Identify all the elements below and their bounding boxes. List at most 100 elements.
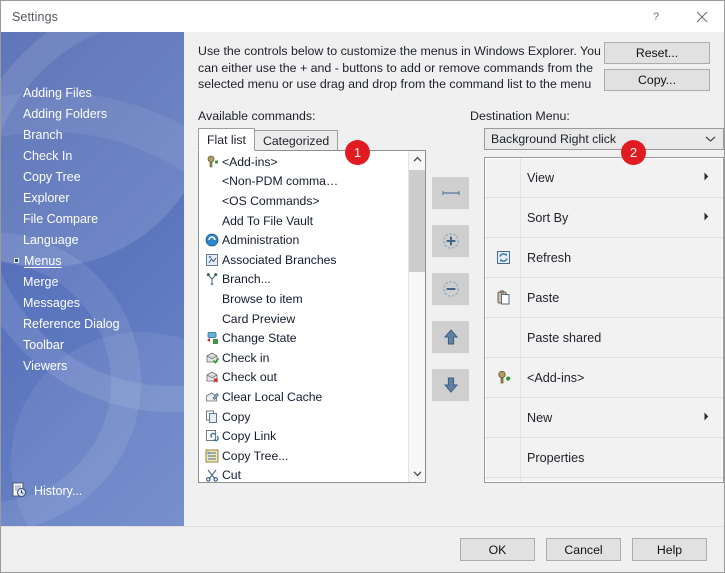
list-item[interactable]: Check in [199,348,408,368]
copy-icon [203,410,220,424]
list-scrollbar[interactable] [408,151,425,482]
sidebar-item-adding-folders[interactable]: Adding Folders [1,103,184,124]
list-item[interactable]: Card Preview [199,309,408,329]
menu-item-paste-shared[interactable]: Paste shared [485,318,723,358]
annotation-badge-2: 2 [621,140,646,165]
check-out-icon [203,370,220,384]
list-item-label: <Non-PDM comma… [222,174,339,189]
list-item[interactable]: <Non-PDM comma… [199,172,408,192]
available-commands-list[interactable]: <Add-ins> <Non-PDM comma… <OS Commands> … [198,150,426,483]
addins-icon [485,370,522,385]
settings-dialog: Settings ? Adding Files Adding Folders B… [0,0,725,573]
submenu-arrow-icon [704,412,709,423]
submenu-arrow-icon [704,172,709,183]
scroll-down-icon[interactable] [409,465,426,482]
window-title: Settings [12,9,58,24]
scrollbar-thumb[interactable] [408,170,425,272]
sidebar-item-viewers[interactable]: Viewers [1,355,184,376]
dialog-footer: OK Cancel Help [1,526,724,572]
list-item[interactable]: Cut [199,466,408,482]
list-item[interactable]: Associated Branches [199,250,408,270]
menu-item-view[interactable]: View [485,158,723,198]
destination-menu-value: Background Right click [491,132,617,146]
list-item-label: Check out [222,370,277,385]
addins-icon [203,155,220,169]
destination-menu-select[interactable]: Background Right click [484,128,724,150]
sidebar-item-file-compare[interactable]: File Compare [1,208,184,229]
list-item-label: Add To File Vault [222,213,314,228]
list-item[interactable]: <OS Commands> [199,191,408,211]
sidebar-item-label: Reference Dialog [23,316,120,331]
list-item[interactable]: Copy Link [199,426,408,446]
sidebar-item-menus[interactable]: Menus [1,250,184,271]
help-icon[interactable]: ? [634,1,679,32]
list-item[interactable]: <Add-ins> [199,152,408,172]
sidebar-nav-list: Adding Files Adding Folders Branch Check… [1,32,184,376]
sidebar-item-check-in[interactable]: Check In [1,145,184,166]
history-button[interactable]: History... [1,478,184,504]
sidebar: Adding Files Adding Folders Branch Check… [1,32,184,526]
list-item[interactable]: Add To File Vault [199,211,408,231]
sidebar-item-branch[interactable]: Branch [1,124,184,145]
list-item[interactable]: Copy [199,407,408,427]
remove-button[interactable] [432,273,469,305]
description-text: Use the controls below to customize the … [198,44,601,91]
list-item[interactable]: Browse to item [199,289,408,309]
scroll-up-icon[interactable] [409,151,426,168]
copy-button[interactable]: Copy... [604,69,710,91]
transfer-buttons [432,177,469,401]
svg-text:?: ? [653,11,659,23]
menu-item-addins[interactable]: <Add-ins> [485,358,723,398]
list-item-label: Check in [222,350,270,365]
list-item-label: Copy Link [222,429,277,444]
scrollbar-track[interactable] [408,168,425,465]
reset-button[interactable]: Reset... [604,42,710,64]
list-item[interactable]: Change State [199,328,408,348]
sidebar-item-label: Check In [23,148,73,163]
menu-item-new[interactable]: New [485,398,723,438]
title-bar: Settings ? [1,1,724,32]
list-item[interactable]: Administration [199,230,408,250]
list-item[interactable]: Check out [199,368,408,388]
sidebar-item-explorer[interactable]: Explorer [1,187,184,208]
history-icon [11,482,27,501]
menu-item-label: <Add-ins> [527,370,585,385]
list-item-label: <OS Commands> [222,193,320,208]
move-up-button[interactable] [432,321,469,353]
sidebar-item-messages[interactable]: Messages [1,292,184,313]
list-item[interactable]: Branch... [199,270,408,290]
dialog-body: Adding Files Adding Folders Branch Check… [1,32,724,526]
list-item-label: Administration [222,233,300,248]
menu-item-label: Paste shared [527,330,602,345]
sidebar-item-label: Explorer [23,190,70,205]
cancel-button[interactable]: Cancel [546,538,621,561]
list-item[interactable]: Copy Tree... [199,446,408,466]
sidebar-item-merge[interactable]: Merge [1,271,184,292]
sidebar-item-adding-files[interactable]: Adding Files [1,82,184,103]
menu-item-properties[interactable]: Properties [485,438,723,478]
add-button[interactable] [432,225,469,257]
submenu-arrow-icon [704,212,709,223]
menu-item-refresh[interactable]: Refresh [485,238,723,278]
list-item[interactable]: Clear Local Cache [199,387,408,407]
tab-categorized[interactable]: Categorized [253,130,339,151]
menu-item-search-local-files[interactable]: Search Local Files [485,478,723,482]
copy-tree-icon [203,449,220,463]
sidebar-item-toolbar[interactable]: Toolbar [1,334,184,355]
menu-item-paste[interactable]: Paste [485,278,723,318]
menu-item-sort-by[interactable]: Sort By [485,198,723,238]
clear-local-cache-icon [203,390,220,404]
sidebar-item-label: File Compare [23,211,99,226]
tab-flat-list[interactable]: Flat list [198,128,255,151]
close-icon[interactable] [679,1,724,32]
list-item-label: <Add-ins> [222,154,278,169]
sidebar-item-copy-tree[interactable]: Copy Tree [1,166,184,187]
menu-preview[interactable]: View Sort By Refresh Paste Paste shared … [484,157,724,483]
move-down-button[interactable] [432,369,469,401]
help-button[interactable]: Help [632,538,707,561]
ok-button[interactable]: OK [460,538,535,561]
separator-button[interactable] [432,177,469,209]
sidebar-item-reference-dialog[interactable]: Reference Dialog [1,313,184,334]
sidebar-item-language[interactable]: Language [1,229,184,250]
administration-icon [203,233,220,247]
